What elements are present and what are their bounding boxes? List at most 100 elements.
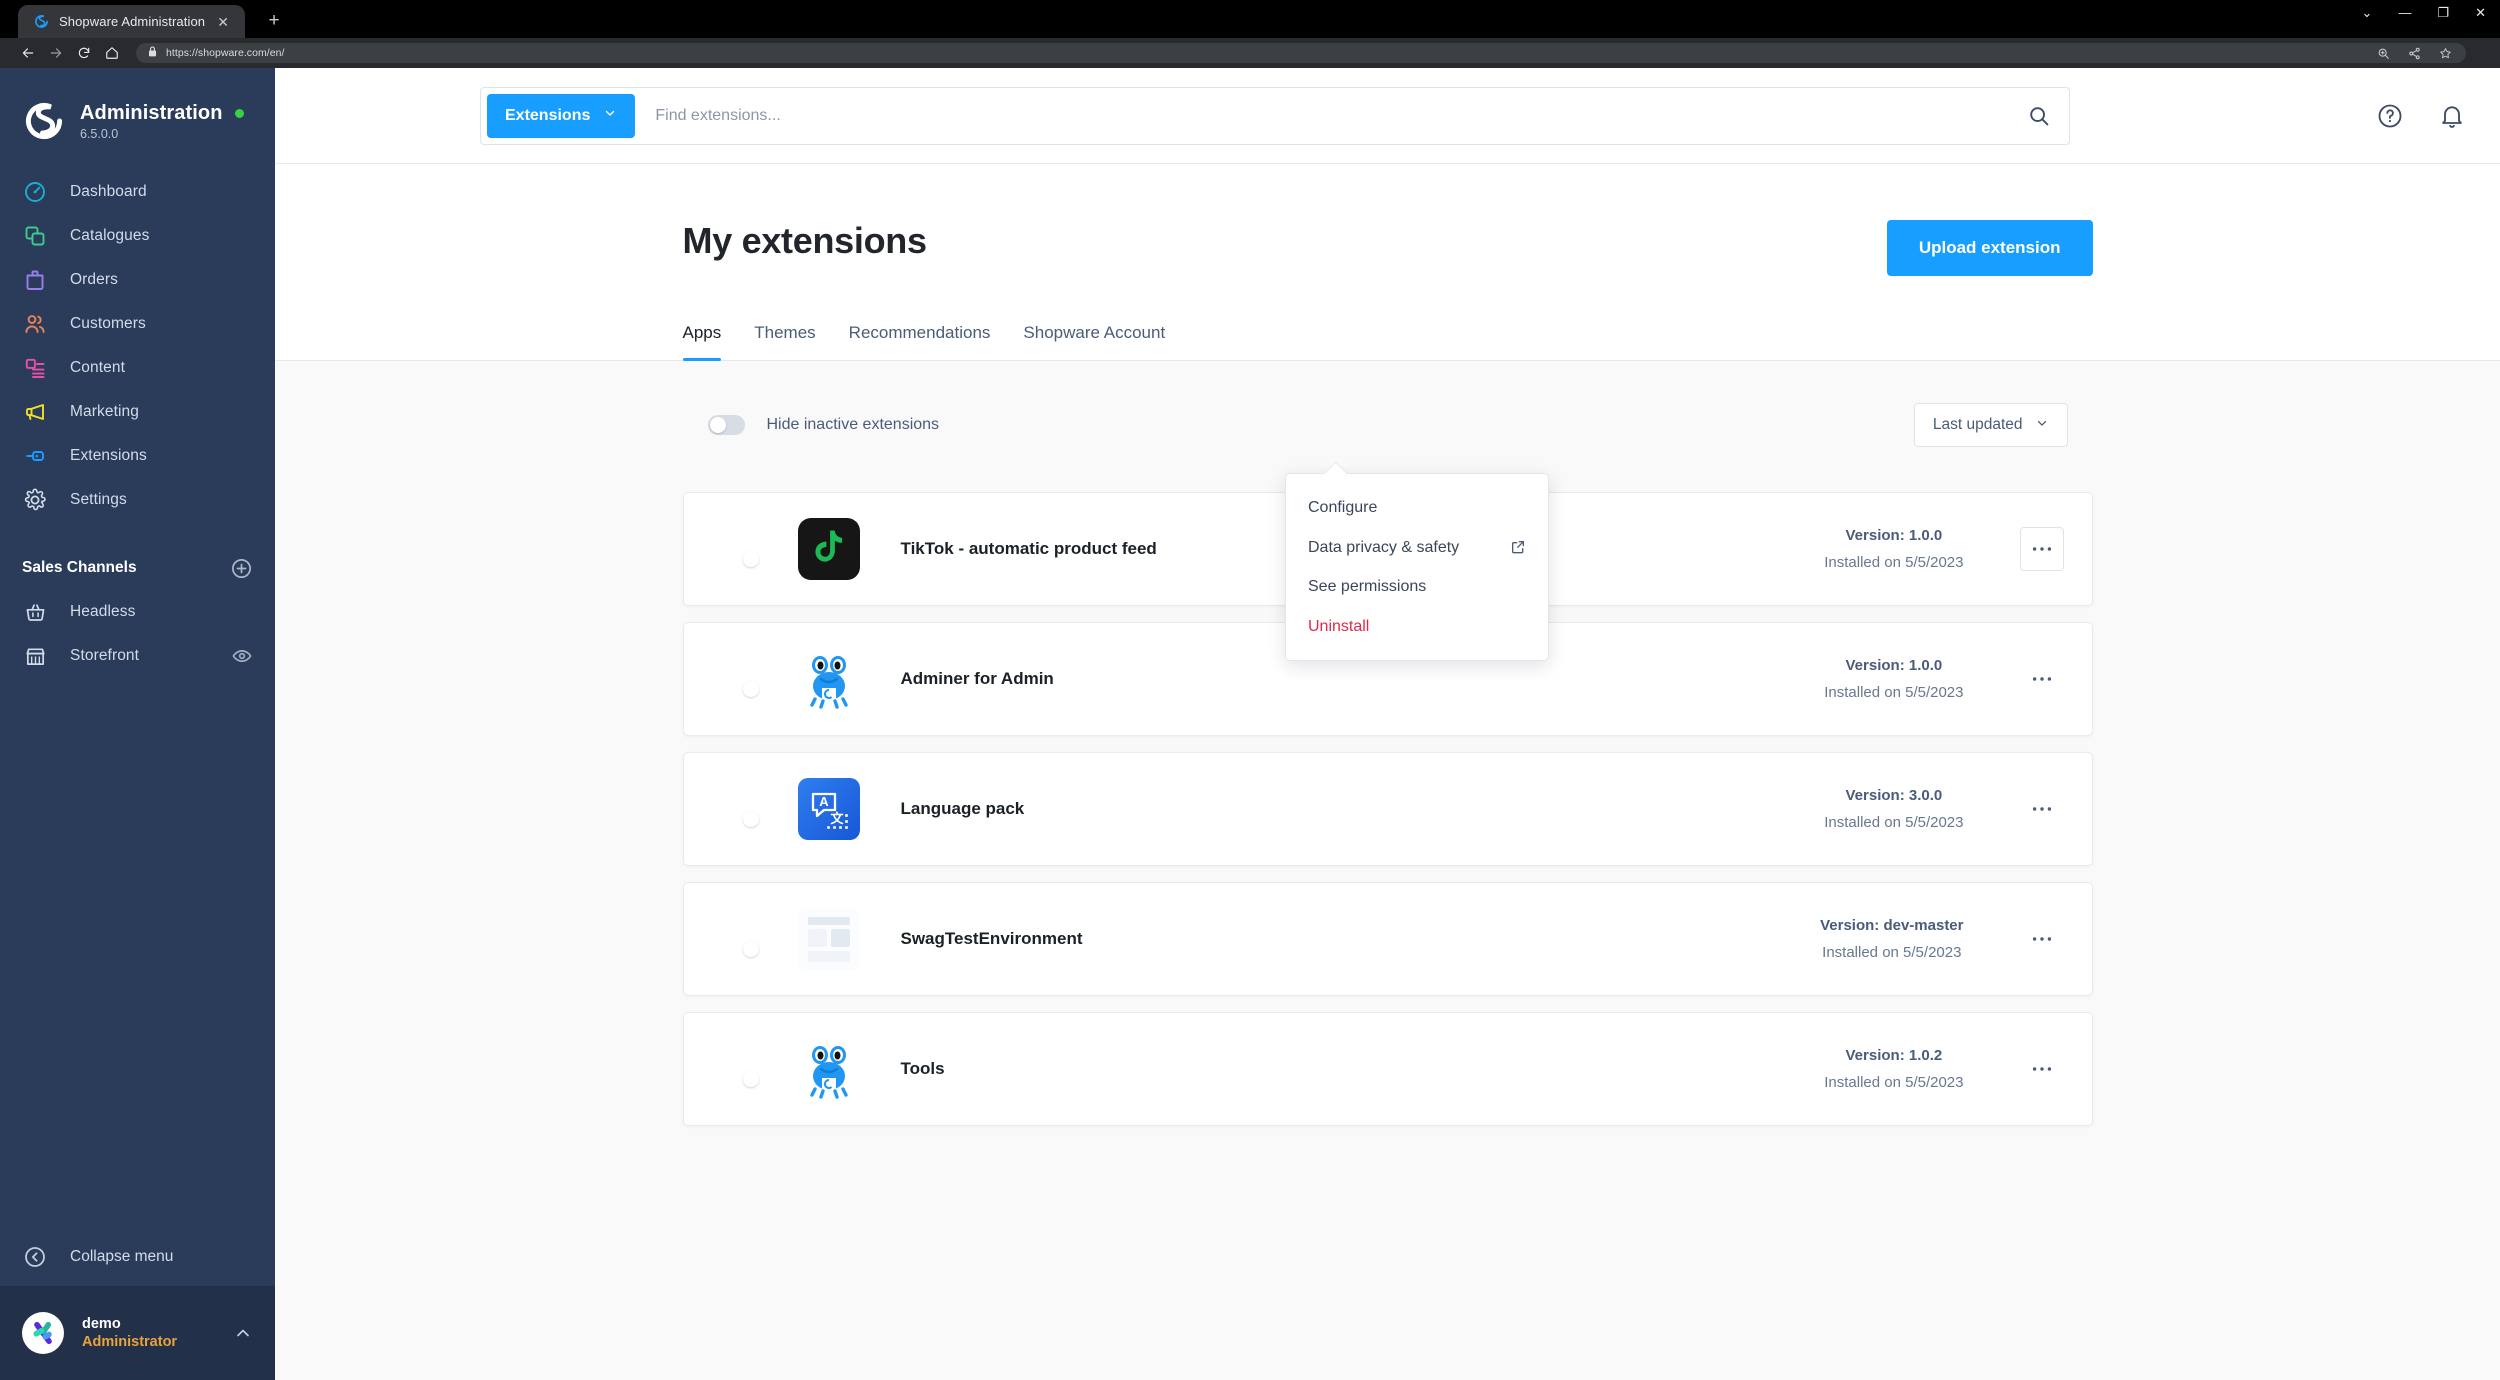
- dashboard-icon: [22, 179, 48, 205]
- sidebar-item-catalogues[interactable]: Catalogues: [0, 214, 275, 258]
- brand-title: Administration: [80, 102, 223, 124]
- help-icon[interactable]: [2376, 102, 2404, 130]
- tab-themes[interactable]: Themes: [754, 323, 815, 360]
- extension-row[interactable]: A 文 Language pack Version: 3.0.0 Install…: [682, 752, 2093, 866]
- omnibox-actions: [2377, 47, 2454, 60]
- sidebar-item-headless[interactable]: Headless: [0, 590, 275, 634]
- sales-channels-section: Sales Channels: [0, 546, 275, 590]
- brand-text: Administration 6.5.0.0: [80, 100, 244, 141]
- store-icon: [22, 643, 48, 669]
- extension-meta: Version: 1.0.0 Installed on 5/5/2023: [1824, 657, 2019, 701]
- sidebar-item-customers[interactable]: Customers: [0, 302, 275, 346]
- extension-name: Tools: [900, 1059, 945, 1078]
- catalogues-icon: [22, 223, 48, 249]
- back-button[interactable]: [14, 42, 42, 64]
- bookmark-star-icon[interactable]: [2439, 47, 2452, 60]
- page-content: My extensions Upload extension Apps Them…: [275, 164, 2500, 1380]
- extension-name: Adminer for Admin: [900, 669, 1054, 688]
- context-menu-item-uninstall[interactable]: Uninstall: [1286, 607, 1548, 647]
- chevron-down-icon: [2035, 416, 2049, 435]
- context-menu-label: Uninstall: [1308, 617, 1370, 635]
- application: Administration 6.5.0.0 Dashboard Catalog…: [0, 68, 2500, 1380]
- sidebar-item-label: Storefront: [70, 647, 140, 664]
- reload-button[interactable]: [70, 42, 98, 64]
- zoom-icon[interactable]: [2377, 47, 2390, 60]
- extension-context-menu-button[interactable]: [2020, 787, 2064, 831]
- hide-inactive-toggle[interactable]: Hide inactive extensions: [707, 415, 940, 435]
- search-input[interactable]: [635, 106, 2015, 125]
- chevron-up-icon[interactable]: [233, 1323, 253, 1343]
- extension-installed-date: Installed on 5/5/2023: [1824, 1074, 1964, 1091]
- customers-icon: [22, 311, 48, 337]
- sidebar-item-marketing[interactable]: Marketing: [0, 390, 275, 434]
- sidebar-item-dashboard[interactable]: Dashboard: [0, 170, 275, 214]
- orders-icon: [22, 267, 48, 293]
- extension-meta: Version: 1.0.2 Installed on 5/5/2023: [1824, 1047, 2019, 1091]
- tab-shopware-account[interactable]: Shopware Account: [1023, 323, 1165, 360]
- brand-header[interactable]: Administration 6.5.0.0: [0, 68, 275, 148]
- browser-tab[interactable]: Shopware Administration ✕: [18, 5, 246, 38]
- sidebar-item-label: Settings: [70, 491, 127, 508]
- extension-version: Version: 1.0.0: [1845, 527, 1943, 544]
- sidebar-item-label: Orders: [70, 271, 118, 288]
- sidebar-item-label: Content: [70, 359, 125, 376]
- sidebar-item-content[interactable]: Content: [0, 346, 275, 390]
- extension-installed-date: Installed on 5/5/2023: [1824, 814, 1964, 831]
- share-icon[interactable]: [2408, 47, 2421, 60]
- chevron-down-icon[interactable]: ⌄: [2362, 6, 2373, 19]
- browser-window: Shopware Administration ✕ + ⌄ — ❐ ✕ http…: [0, 0, 2500, 1380]
- sidebar-item-storefront[interactable]: Storefront: [0, 634, 275, 678]
- tab-close-icon[interactable]: ✕: [215, 15, 231, 29]
- extension-context-menu-button[interactable]: [2020, 1047, 2064, 1091]
- topbar: Extensions: [275, 68, 2500, 164]
- global-search: Extensions: [480, 86, 2070, 145]
- minimize-button[interactable]: —: [2398, 6, 2411, 19]
- extension-context-menu-button[interactable]: [2020, 657, 2064, 701]
- browser-tab-title: Shopware Administration: [59, 14, 206, 29]
- shopware-favicon-icon: [34, 14, 49, 29]
- context-menu-item-data-privacy[interactable]: Data privacy & safety: [1286, 528, 1548, 568]
- home-button[interactable]: [98, 42, 126, 64]
- context-menu-item-see-permissions[interactable]: See permissions: [1286, 567, 1548, 607]
- context-menu-label: See permissions: [1308, 578, 1427, 596]
- close-window-button[interactable]: ✕: [2475, 6, 2486, 19]
- bell-icon[interactable]: [2438, 102, 2466, 130]
- add-sales-channel-icon[interactable]: [230, 557, 253, 580]
- extension-name: Language pack: [900, 799, 1025, 818]
- user-menu[interactable]: demo Administrator: [0, 1286, 275, 1380]
- extension-row[interactable]: Tools Version: 1.0.2 Installed on 5/5/20…: [682, 1012, 2093, 1126]
- tab-apps[interactable]: Apps: [682, 323, 721, 361]
- sidebar-item-settings[interactable]: Settings: [0, 478, 275, 522]
- language-icon: A 文: [797, 778, 860, 840]
- sidebar-nav: Dashboard Catalogues Orders Customers Co…: [0, 170, 275, 678]
- forward-button[interactable]: [42, 42, 70, 64]
- hide-inactive-label: Hide inactive extensions: [766, 416, 940, 433]
- context-menu-item-configure[interactable]: Configure: [1286, 488, 1548, 528]
- sidebar-item-orders[interactable]: Orders: [0, 258, 275, 302]
- extension-context-menu-button[interactable]: [2020, 917, 2064, 961]
- context-menu-label: Configure: [1308, 499, 1378, 516]
- restore-button[interactable]: ❐: [2437, 6, 2449, 19]
- tab-recommendations[interactable]: Recommendations: [849, 323, 991, 360]
- sidebar-item-extensions[interactable]: Extensions: [0, 434, 275, 478]
- tiktok-icon: [797, 518, 860, 580]
- extension-context-menu-button[interactable]: [2019, 527, 2064, 571]
- extension-version: Version: 1.0.2: [1845, 1047, 1943, 1064]
- frog-icon: [797, 1038, 860, 1100]
- search-scope-dropdown[interactable]: Extensions: [487, 93, 636, 138]
- eye-icon[interactable]: [231, 645, 253, 667]
- topbar-actions: [2336, 102, 2466, 130]
- toggle-switch[interactable]: [707, 415, 745, 435]
- collapse-menu-label: Collapse menu: [70, 1248, 174, 1265]
- search-scope-label: Extensions: [505, 106, 591, 124]
- chevron-down-icon: [603, 106, 617, 125]
- sort-dropdown[interactable]: Last updated: [1913, 403, 2068, 447]
- extension-row[interactable]: SwagTestEnvironment Version: dev-master …: [682, 882, 2093, 996]
- sales-channels-title: Sales Channels: [22, 559, 137, 576]
- extension-meta: Version: 3.0.0 Installed on 5/5/2023: [1824, 787, 2019, 831]
- new-tab-button[interactable]: +: [261, 11, 287, 30]
- search-icon[interactable]: [2015, 104, 2063, 128]
- address-bar[interactable]: https://shopware.com/en/: [136, 43, 2466, 63]
- collapse-menu-button[interactable]: Collapse menu: [0, 1228, 275, 1286]
- upload-extension-button[interactable]: Upload extension: [1886, 220, 2093, 276]
